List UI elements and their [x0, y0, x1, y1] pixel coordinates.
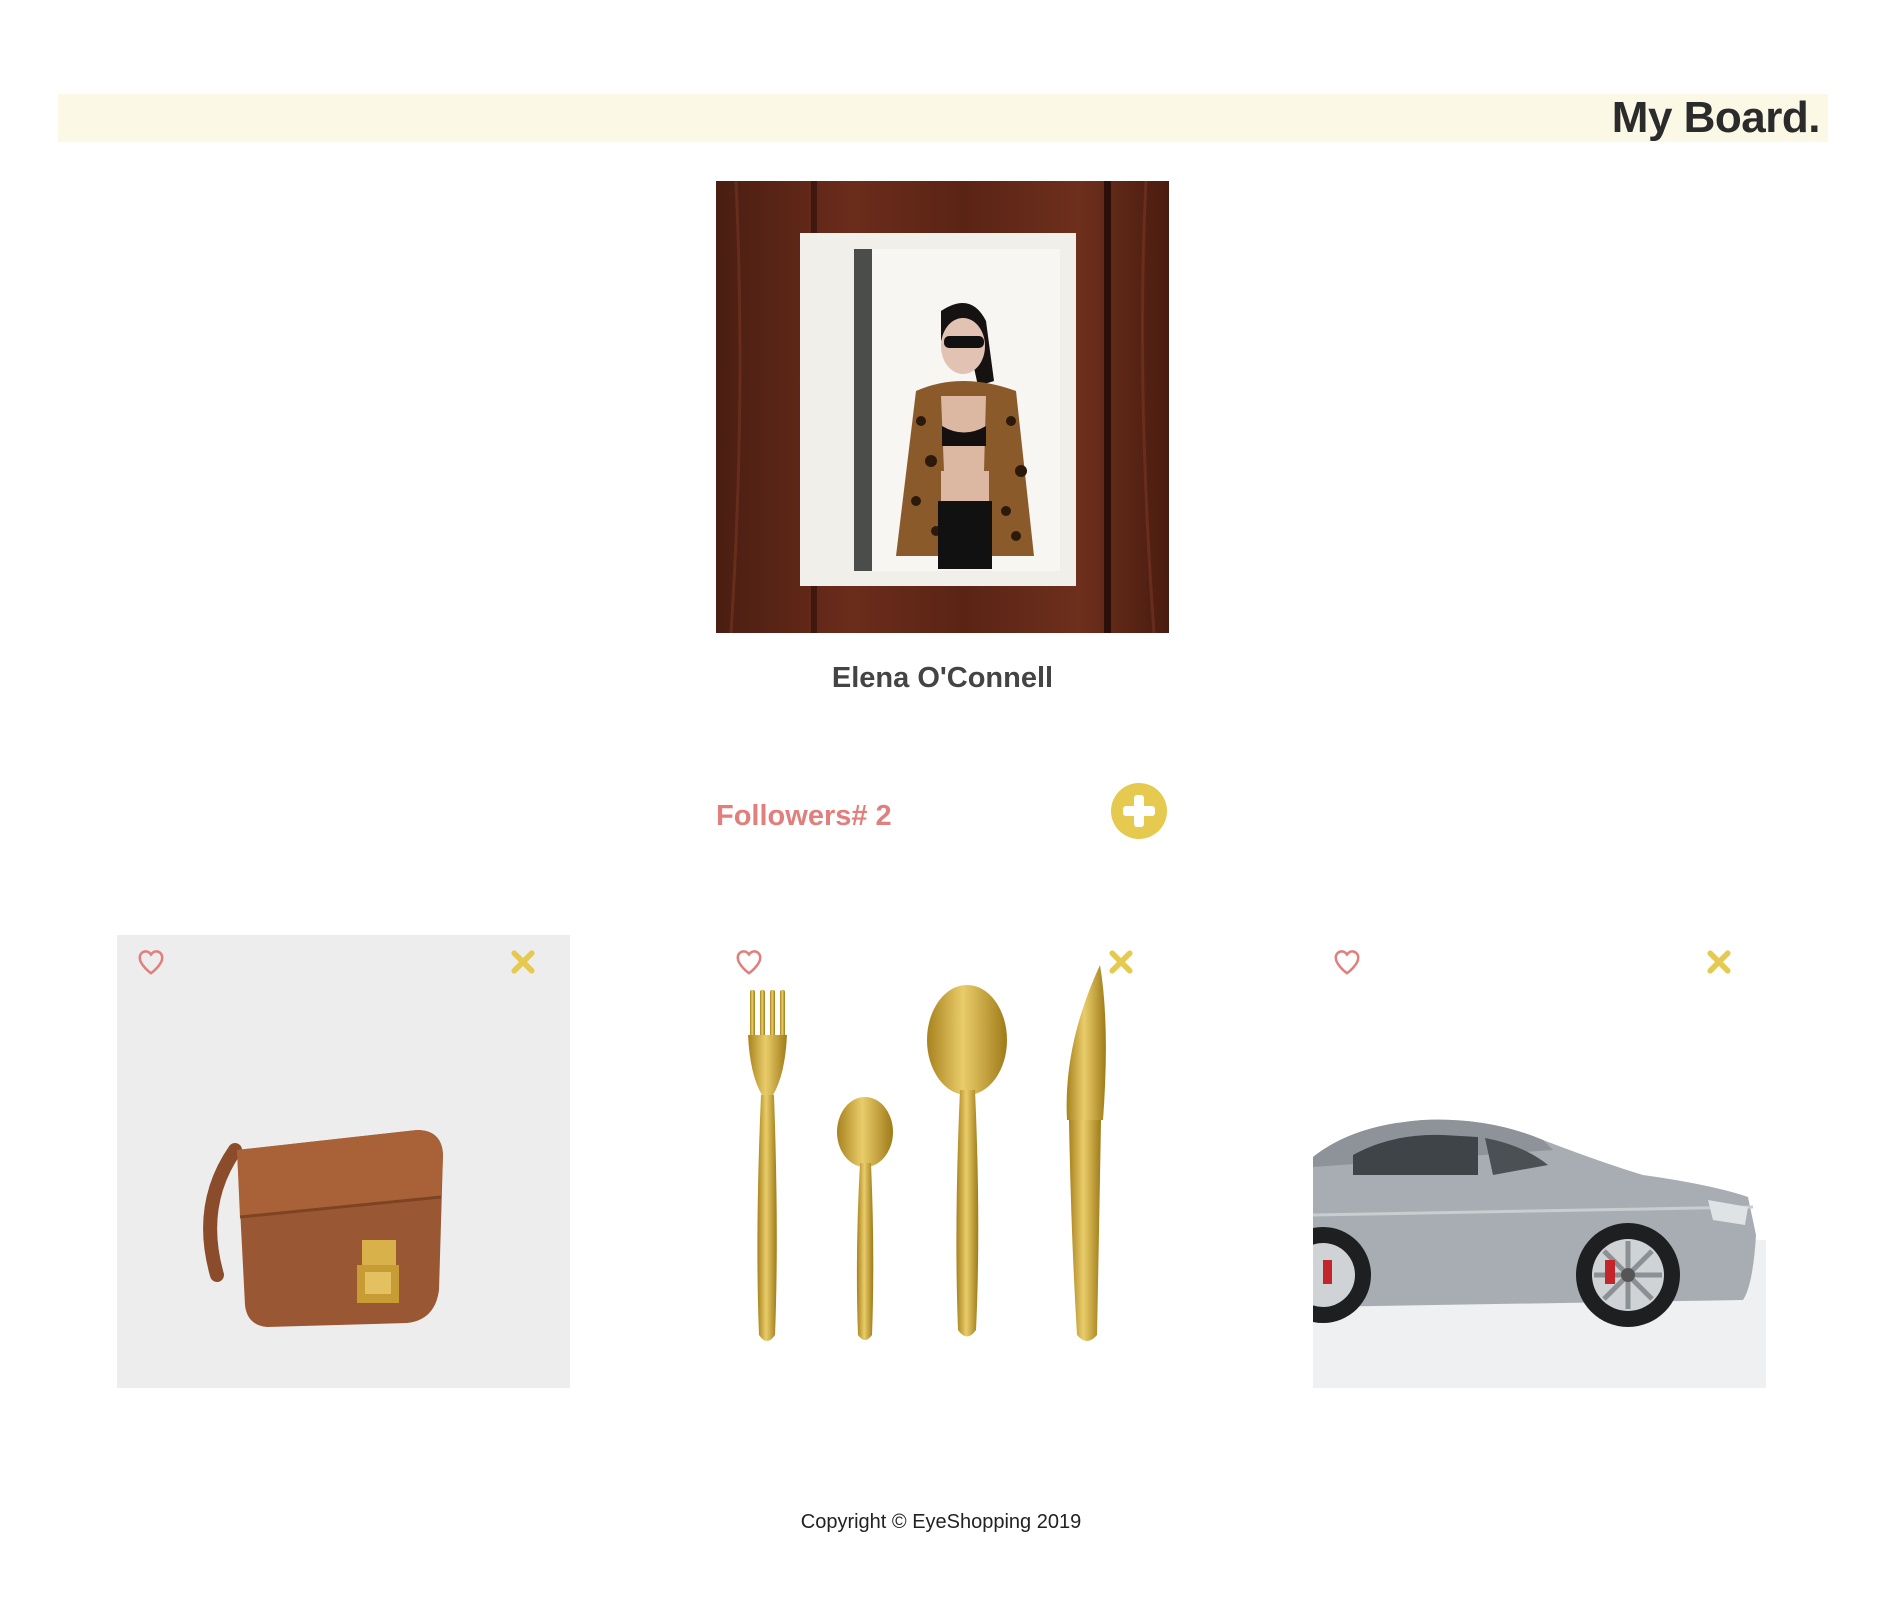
- heart-outline-icon[interactable]: [1332, 947, 1362, 977]
- x-icon[interactable]: [508, 947, 538, 977]
- heart-outline-icon[interactable]: [734, 947, 764, 977]
- followers-count[interactable]: Followers# 2: [716, 800, 892, 833]
- car-image: [1313, 935, 1766, 1388]
- page-title: My Board.: [1611, 93, 1821, 142]
- x-icon[interactable]: [1106, 947, 1136, 977]
- board-item-handbag[interactable]: [117, 935, 570, 1388]
- cutlery-image: [715, 935, 1168, 1388]
- footer-copyright: Copyright © EyeShopping 2019: [800, 1511, 1082, 1533]
- board-item-cutlery[interactable]: [715, 935, 1168, 1388]
- x-icon[interactable]: [1704, 947, 1734, 977]
- heart-outline-icon[interactable]: [136, 947, 166, 977]
- profile-photo: [716, 181, 1169, 633]
- handbag-image: [117, 935, 570, 1388]
- header-bar: My Board.: [58, 94, 1828, 142]
- profile-name: Elena O'Connell: [831, 662, 1054, 694]
- follow-button[interactable]: [1111, 783, 1167, 839]
- board-item-car[interactable]: [1313, 935, 1766, 1388]
